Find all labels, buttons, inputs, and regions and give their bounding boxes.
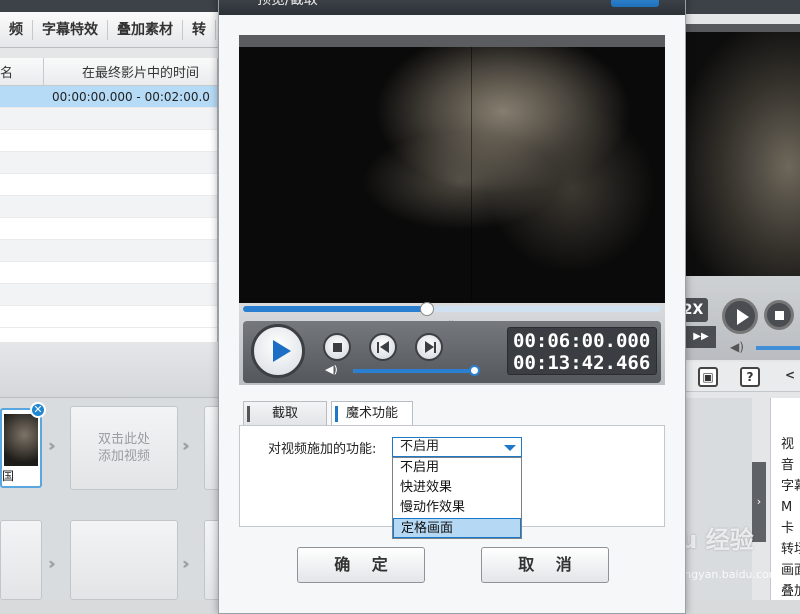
chevron-right-icon: ››› <box>182 436 189 455</box>
list-row <box>0 240 217 262</box>
app-title-strip <box>0 0 230 12</box>
effect-select-value: 不启用 <box>400 439 440 454</box>
play-button[interactable] <box>251 324 305 378</box>
tab-label: 截取 <box>272 406 299 421</box>
collapse-panel-arrow-icon[interactable]: › <box>752 462 766 542</box>
seek-bar-fill <box>243 306 427 312</box>
share-icon[interactable]: < <box>780 367 800 387</box>
previous-frame-button[interactable] <box>369 333 397 361</box>
list-row <box>0 196 217 218</box>
volume-knob[interactable] <box>468 365 480 376</box>
cancel-button[interactable]: 取 消 <box>481 547 609 583</box>
video-artifact-line <box>471 47 472 305</box>
chevron-right-icon: ››› <box>48 436 55 455</box>
category-item[interactable]: 叠加 <box>771 581 800 602</box>
save-icon[interactable]: ▣ <box>698 367 718 387</box>
clip-slot[interactable] <box>70 520 178 600</box>
list-row <box>0 130 217 152</box>
category-item[interactable]: 字幕 <box>771 476 800 497</box>
dropdown-option-slow-motion[interactable]: 慢动作效果 <box>393 498 521 518</box>
video-frame <box>239 35 665 305</box>
right-title-strip <box>680 0 800 14</box>
dropdown-arrow-icon[interactable] <box>504 445 516 451</box>
seek-knob[interactable] <box>419 302 434 316</box>
tab-transitions[interactable]: 转 <box>183 19 216 40</box>
dropdown-option-disabled[interactable]: 不启用 <box>393 458 521 478</box>
total-time: 00:13:42.466 <box>513 352 651 374</box>
category-item[interactable]: 卡 <box>771 518 800 539</box>
preview-video[interactable] <box>239 47 665 305</box>
watermark-url: jingyan.baidu.com <box>678 568 780 581</box>
effect-select[interactable]: 不启用 <box>392 437 522 457</box>
list-footer-band <box>0 342 230 398</box>
remove-clip-icon[interactable]: ✕ <box>30 402 46 418</box>
ok-button[interactable]: 确 定 <box>297 547 425 583</box>
effect-field-label: 对视频施加的功能: <box>268 442 377 457</box>
list-row <box>0 174 217 196</box>
main-play-button[interactable] <box>722 298 758 334</box>
list-header-time[interactable]: 在最终影片中的时间 <box>44 62 217 81</box>
dialog-close-button[interactable] <box>611 0 659 7</box>
tab-subtitle-effects[interactable]: 字幕特效 <box>33 19 108 40</box>
fast-forward-icon[interactable]: ▶▶ <box>686 326 716 348</box>
next-frame-button[interactable] <box>415 333 443 361</box>
tab-marker <box>335 406 338 422</box>
list-row <box>0 284 217 306</box>
help-icon[interactable]: ? <box>740 367 760 387</box>
list-header: 名 在最终影片中的时间 <box>0 58 217 86</box>
main-preview-video <box>686 24 800 276</box>
dropdown-option-freeze-frame[interactable]: 定格画面 <box>393 518 521 538</box>
category-item[interactable]: 转场 <box>771 539 800 560</box>
tab-capture[interactable]: 截取 <box>243 401 327 427</box>
clip-thumbnail-image <box>4 414 38 466</box>
add-video-hint: 双击此处 添加视频 <box>97 432 150 464</box>
player-controls: ⌄ ◀) 00:06:00.000 00:13:42.466 <box>239 302 665 385</box>
tab-marker <box>247 406 250 422</box>
clip-caption: 国 <box>2 469 15 483</box>
tab-overlay-materials[interactable]: 叠加素材 <box>108 19 183 40</box>
volume-slider[interactable] <box>353 365 480 376</box>
top-tab-bar: 频 字幕特效 叠加素材 转 <box>0 12 230 48</box>
tab-label: 魔术功能 <box>346 406 399 421</box>
list-row <box>0 306 217 328</box>
add-video-tile[interactable]: 双击此处 添加视频 <box>70 406 178 490</box>
control-bar: ◀) 00:06:00.000 00:13:42.466 <box>243 321 661 383</box>
list-row <box>0 218 217 240</box>
video-list-panel: 名 在最终影片中的时间 00:00:00.000 - 00:02:00.0 <box>0 58 218 342</box>
speaker-icon[interactable]: ◀) <box>325 364 338 375</box>
seek-bar[interactable] <box>243 302 661 316</box>
time-display: 00:06:00.000 00:13:42.466 <box>507 327 657 375</box>
tab-magic-functions[interactable]: 魔术功能 <box>331 401 413 428</box>
main-volume-bar[interactable] <box>756 346 800 350</box>
clip-thumbnail[interactable]: 国 <box>0 408 42 488</box>
speaker-icon[interactable]: ◀) <box>730 340 744 354</box>
list-row <box>0 262 217 284</box>
list-header-name[interactable]: 名 <box>0 58 44 85</box>
main-stop-button[interactable] <box>764 300 794 330</box>
preview-capture-dialog: 预览/截取 ⌄ ◀) 00:06:00.000 00:13:42.466 <box>218 0 686 614</box>
chevron-right-icon: ››› <box>182 554 189 573</box>
category-item[interactable]: M <box>771 497 800 518</box>
clip-slot[interactable] <box>0 520 42 600</box>
dropdown-option-fast-forward[interactable]: 快进效果 <box>393 478 521 498</box>
effect-dropdown-list: 不启用 快进效果 慢动作效果 定格画面 <box>392 457 522 539</box>
list-row-selected[interactable]: 00:00:00.000 - 00:02:00.0 <box>0 86 217 108</box>
tab-video[interactable]: 频 <box>0 19 33 40</box>
magic-functions-panel: 对视频施加的功能: 不启用 不启用 快进效果 慢动作效果 定格画面 <box>239 425 665 539</box>
current-time: 00:06:00.000 <box>513 330 651 352</box>
list-row <box>0 108 217 130</box>
stop-button[interactable] <box>323 333 351 361</box>
category-item[interactable]: 音 <box>771 455 800 476</box>
chevron-right-icon: ››› <box>48 554 55 573</box>
list-row <box>0 152 217 174</box>
volume-fill <box>353 369 475 373</box>
category-item[interactable]: 视 <box>771 434 800 455</box>
